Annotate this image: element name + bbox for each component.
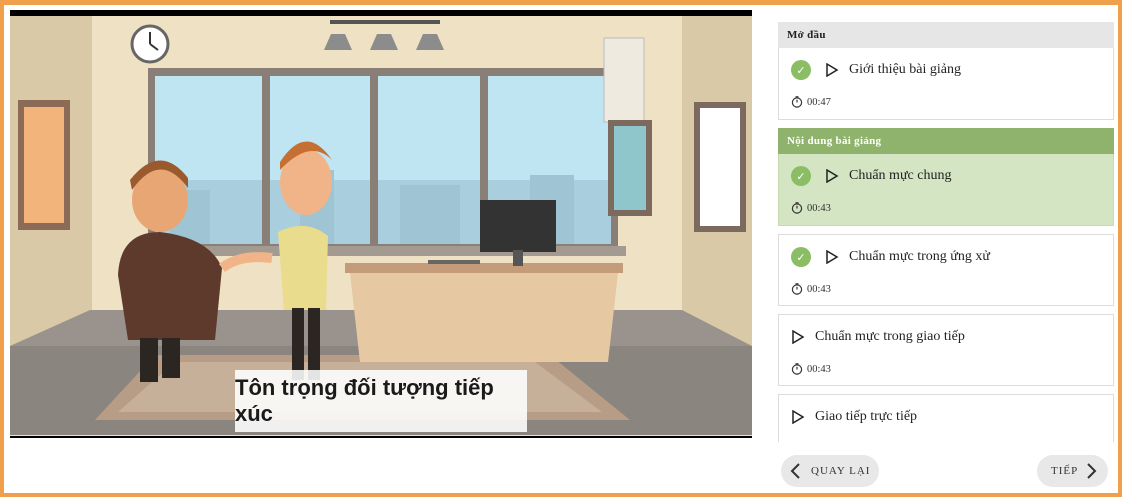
- video-player[interactable]: Tôn trọng đối tượng tiếp xúc: [10, 10, 752, 438]
- back-button[interactable]: QUAY LẠI: [781, 455, 879, 487]
- playlist-item[interactable]: ✓ Chuẩn mực chung 00:43: [778, 154, 1114, 226]
- check-icon: ✓: [791, 166, 811, 186]
- clock-icon: [791, 283, 803, 295]
- playlist-item-title: Chuẩn mực trong ứng xử: [849, 249, 990, 264]
- section-header-intro: Mở đầu: [778, 22, 1114, 48]
- playlist-item-title: Giới thiệu bài giảng: [849, 62, 961, 77]
- playlist-item[interactable]: Chuẩn mực trong giao tiếp 00:43: [778, 314, 1114, 386]
- duration-text: 00:47: [807, 96, 831, 108]
- video-caption: Tôn trọng đối tượng tiếp xúc: [235, 370, 527, 432]
- chevron-left-icon: [790, 463, 800, 479]
- duration: 00:47: [791, 96, 831, 108]
- next-button-label: TIẾP: [1051, 465, 1079, 477]
- play-icon: [826, 250, 839, 264]
- playlist-item[interactable]: ✓ Chuẩn mực trong ứng xử 00:43: [778, 234, 1114, 306]
- lesson-playlist[interactable]: Mở đầu ✓ Giới thiệu bài giảng 00:47 Nội …: [778, 22, 1114, 442]
- clock-icon: [791, 96, 803, 108]
- play-icon: [826, 169, 839, 183]
- clock-icon: [791, 202, 803, 214]
- duration-text: 00:43: [807, 283, 831, 295]
- section-header-content: Nội dung bài giảng: [778, 128, 1114, 154]
- playlist-item-title: Giao tiếp trực tiếp: [815, 409, 918, 424]
- duration: 00:43: [791, 363, 831, 375]
- check-icon: ✓: [791, 247, 811, 267]
- play-icon: [792, 330, 805, 344]
- duration: 00:43: [791, 283, 831, 295]
- playlist-item-title: Chuẩn mực trong giao tiếp: [815, 329, 965, 344]
- check-icon: ✓: [791, 60, 811, 80]
- chevron-right-icon: [1087, 463, 1097, 479]
- back-button-label: QUAY LẠI: [811, 465, 871, 477]
- playlist-item-title: Chuẩn mực chung: [849, 168, 952, 183]
- play-icon: [826, 63, 839, 77]
- duration-text: 00:43: [807, 363, 831, 375]
- duration-text: 00:43: [807, 202, 831, 214]
- play-icon: [792, 410, 805, 424]
- playlist-item[interactable]: Giao tiếp trực tiếp: [778, 394, 1114, 442]
- next-button[interactable]: TIẾP: [1037, 455, 1108, 487]
- duration: 00:43: [791, 202, 831, 214]
- clock-icon: [791, 363, 803, 375]
- playlist-item[interactable]: ✓ Giới thiệu bài giảng 00:47: [778, 48, 1114, 120]
